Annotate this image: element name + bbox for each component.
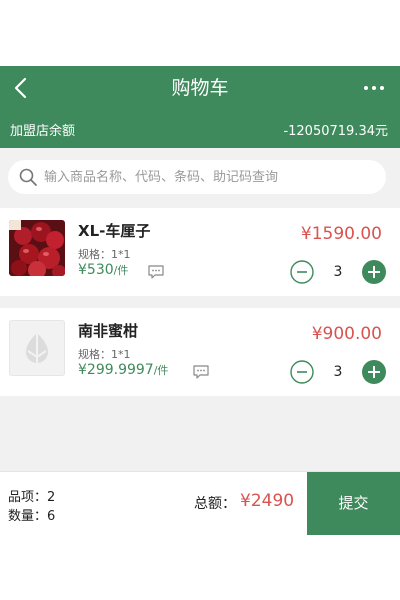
page-title: 购物车 — [171, 77, 229, 99]
item-type-count: 品项：2 — [8, 490, 56, 505]
total-label: 总额： — [194, 496, 236, 512]
increase-quantity-button[interactable] — [362, 260, 386, 284]
quantity-value[interactable]: 3 — [330, 360, 346, 384]
price-unit: /件 — [153, 364, 169, 377]
unit-price: ¥530/件 — [78, 262, 128, 278]
comment-icon[interactable] — [192, 364, 210, 380]
price-value: ¥530 — [78, 262, 114, 278]
product-name[interactable]: 南非蜜柑 — [78, 320, 138, 341]
more-dots-icon[interactable] — [362, 78, 386, 98]
checkout-bar: 品项：2 数量：6 总额： ¥2490 提交 — [0, 471, 400, 535]
placeholder-product-image[interactable] — [9, 320, 65, 376]
total-amount: ¥2490 — [240, 491, 295, 511]
item-subtotal: ¥900.00 — [311, 324, 382, 344]
item-subtotal: ¥1590.00 — [300, 224, 382, 244]
unit-price: ¥299.9997/件 — [78, 362, 168, 378]
quantity-value[interactable]: 3 — [330, 260, 346, 284]
total-quantity: 数量：6 — [8, 509, 56, 524]
item-divider — [0, 296, 400, 308]
balance-label: 加盟店余额 — [10, 124, 76, 139]
cart-item: XL-车厘子 规格：1*1 ¥530/件 ¥1590.00 3 — [0, 208, 400, 296]
cart-item: 南非蜜柑 规格：1*1 ¥299.9997/件 ¥900.00 3 — [0, 308, 400, 396]
search-bar[interactable] — [8, 160, 386, 194]
submit-button[interactable]: 提交 — [307, 472, 400, 535]
increase-quantity-button[interactable] — [362, 360, 386, 384]
product-spec: 规格：1*1 — [78, 248, 131, 261]
decrease-quantity-button[interactable] — [290, 360, 314, 384]
price-unit: /件 — [113, 264, 129, 277]
search-area — [0, 148, 400, 208]
search-icon — [19, 168, 37, 186]
product-spec: 规格：1*1 — [78, 348, 131, 361]
balance-value: -12050719.34元 — [283, 124, 388, 139]
price-value: ¥299.9997 — [78, 362, 154, 378]
comment-icon[interactable] — [147, 264, 165, 280]
empty-list-area — [0, 396, 400, 471]
product-name[interactable]: XL-车厘子 — [78, 220, 150, 241]
search-input[interactable] — [44, 160, 374, 194]
app-header: 购物车 加盟店余额 -12050719.34元 — [0, 66, 400, 148]
cherry-product-image[interactable] — [9, 220, 65, 276]
decrease-quantity-button[interactable] — [290, 260, 314, 284]
